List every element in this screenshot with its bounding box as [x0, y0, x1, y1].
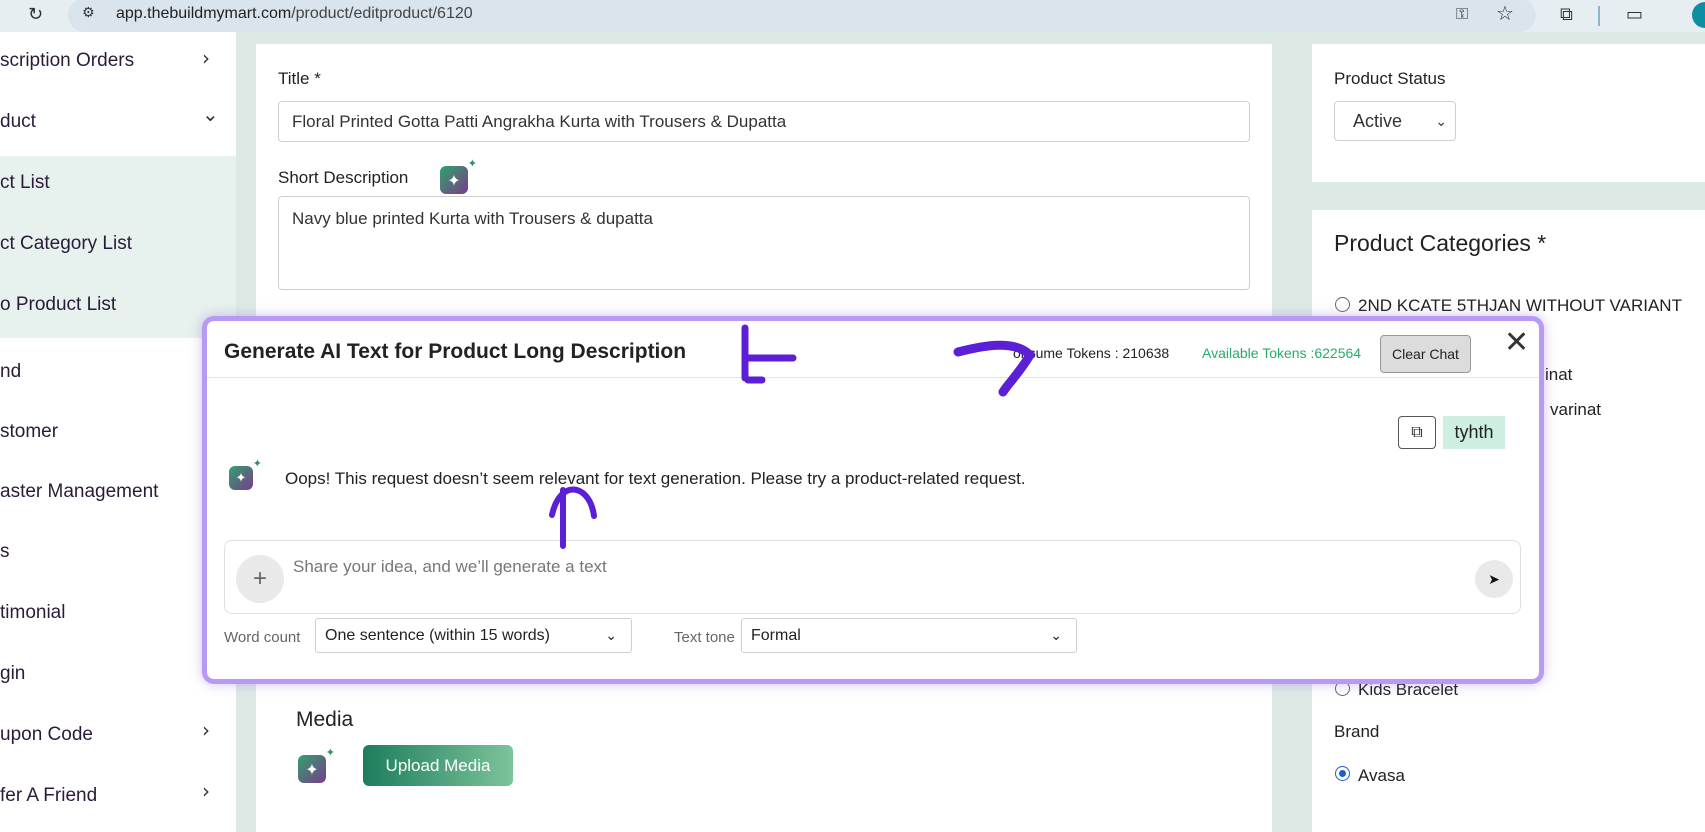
send-button[interactable]: ➤ [1475, 560, 1513, 598]
profile-avatar[interactable] [1692, 2, 1705, 28]
chevron-down-icon: ⌄ [1050, 627, 1062, 643]
clear-chat-button[interactable]: Clear Chat [1380, 335, 1471, 373]
modal-divider [207, 377, 1539, 378]
sidebar-item-product-category-list[interactable]: ct Category List [0, 233, 132, 255]
star-icon[interactable]: ☆ [1496, 1, 1514, 25]
prompt-input[interactable] [293, 553, 1433, 581]
ai-text-modal: Generate AI Text for Product Long Descri… [202, 316, 1544, 684]
extensions-icon[interactable]: ⧉ [1560, 4, 1573, 25]
brand-radio-selected[interactable] [1335, 766, 1350, 781]
ai-assistant-icon: ✦ ✦ [229, 457, 262, 490]
word-count-select[interactable]: One sentence (within 15 words) ⌄ [315, 618, 632, 653]
category-radio[interactable] [1335, 297, 1350, 312]
text-tone-value: Formal [751, 627, 801, 644]
user-message-chip: tyhth [1443, 416, 1505, 449]
sparkle-icon: ✦ [325, 746, 335, 759]
cast-icon[interactable]: ▭ [1626, 4, 1643, 25]
sidebar-item-coupon-code[interactable]: upon Code [0, 724, 93, 746]
url-host: app.thebuildmymart.com [116, 5, 292, 22]
sidebar-item-combo-product-list[interactable]: o Product List [0, 294, 116, 316]
sidebar-item-testimonial[interactable]: timonial [0, 602, 65, 624]
address-bar[interactable]: ⚙ app.thebuildmymart.com/product/editpro… [68, 0, 1536, 32]
sidebar-item-s[interactable]: s [0, 541, 10, 563]
ai-generate-icon[interactable]: ✦ ✦ [440, 157, 477, 194]
word-count-value: One sentence (within 15 words) [325, 627, 550, 644]
chevron-down-icon[interactable]: ⌄ [202, 102, 219, 126]
title-label: Title * [278, 69, 321, 88]
sparkle-icon: ✦ [252, 457, 262, 470]
brand-value: Avasa [1358, 766, 1405, 785]
key-icon[interactable]: ⚿ [1456, 4, 1468, 24]
sidebar-item-customer[interactable]: stomer [0, 421, 58, 443]
brand-label: Brand [1334, 722, 1380, 741]
sidebar-item-product-list[interactable]: ct List [0, 172, 50, 194]
media-title: Media [296, 708, 354, 731]
product-status-select[interactable]: Active ⌄ [1334, 101, 1456, 141]
category-label: inat [1545, 365, 1573, 384]
sidebar-item-master-management[interactable]: aster Management [0, 481, 158, 503]
site-info-icon[interactable]: ⚙ [82, 5, 95, 21]
upload-media-button[interactable]: Upload Media [363, 745, 513, 786]
chevron-right-icon[interactable]: › [202, 718, 210, 742]
short-description-textarea[interactable]: Navy blue printed Kurta with Trousers & … [278, 196, 1250, 290]
chevron-right-icon[interactable]: › [202, 46, 210, 70]
assistant-message: Oops! This request doesn’t seem relevant… [285, 469, 1026, 488]
text-tone-select[interactable]: Formal ⌄ [741, 618, 1077, 653]
copy-icon[interactable]: ⧉ [1398, 416, 1436, 449]
sidebar-item-subscription-orders[interactable]: scription Orders [0, 50, 134, 72]
close-icon[interactable]: ✕ [1504, 328, 1529, 358]
chevron-down-icon: ⌄ [1435, 113, 1447, 129]
sidebar-item-refer-a-friend[interactable]: fer A Friend [0, 785, 97, 807]
browser-toolbar: ↻ ⚙ app.thebuildmymart.com/product/editp… [0, 0, 1705, 32]
product-categories-title: Product Categories * [1334, 230, 1547, 256]
product-status-label: Product Status [1334, 69, 1446, 88]
sidebar-item-brand[interactable]: nd [0, 361, 21, 383]
ai-generate-media-icon[interactable]: ✦ ✦ [298, 746, 335, 783]
add-attachment-button[interactable]: + [236, 555, 284, 603]
chevron-down-icon: ⌄ [605, 627, 617, 643]
word-count-label: Word count [224, 629, 301, 646]
url-path: /product/editproduct/6120 [291, 5, 473, 22]
consume-tokens: onsume Tokens : 210638 [1013, 345, 1170, 361]
chevron-right-icon[interactable]: › [202, 779, 210, 803]
short-description-label: Short Description [278, 168, 409, 187]
sidebar-item-product[interactable]: duct [0, 111, 36, 133]
status-value: Active [1353, 111, 1403, 131]
category-label: varinat [1550, 400, 1602, 419]
title-input[interactable]: Floral Printed Gotta Patti Angrakha Kurt… [278, 101, 1250, 142]
category-label: 2ND KCATE 5THJAN WITHOUT VARIANT [1358, 296, 1682, 315]
prompt-box: + ➤ [224, 540, 1521, 614]
available-tokens: Available Tokens :622564 [1202, 345, 1362, 361]
text-tone-label: Text tone [674, 629, 735, 646]
reload-icon[interactable]: ↻ [28, 4, 43, 25]
sparkle-icon: ✦ [467, 157, 477, 170]
modal-title: Generate AI Text for Product Long Descri… [224, 340, 687, 363]
url-text[interactable]: app.thebuildmymart.com/product/editprodu… [116, 5, 473, 23]
sidebar-item-login[interactable]: gin [0, 663, 25, 685]
toolbar-separator [1598, 6, 1600, 26]
